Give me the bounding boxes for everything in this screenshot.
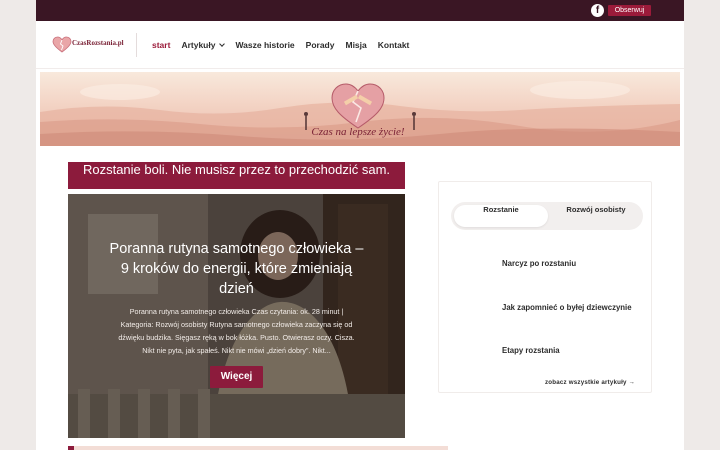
- nav-item-tips[interactable]: Porady: [306, 40, 335, 50]
- follow-button[interactable]: Obserwuj: [608, 5, 651, 16]
- site-logo[interactable]: CzasRozstania.pl: [52, 36, 132, 54]
- page: f Obserwuj CzasRozstania.pl start Artyku…: [36, 0, 684, 450]
- nav-label: Misja: [345, 40, 367, 50]
- tab-rozwoj-osobisty[interactable]: Rozwój osobisty: [551, 205, 641, 227]
- nav-item-contact[interactable]: Kontakt: [378, 40, 410, 50]
- main-nav: start Artykuły Wasze historie Porady Mis…: [152, 40, 409, 50]
- nav-item-articles[interactable]: Artykuły: [181, 40, 226, 50]
- nav-item-start[interactable]: start: [152, 40, 170, 50]
- nav-label: Kontakt: [377, 40, 410, 50]
- site-header: CzasRozstania.pl start Artykuły Wasze hi…: [36, 21, 684, 69]
- header-divider: [136, 33, 137, 57]
- article-link[interactable]: Etapy rozstania: [502, 346, 560, 355]
- facebook-icon[interactable]: f: [591, 4, 604, 17]
- all-articles-link[interactable]: zobacz wszystkie artykuły →: [545, 379, 635, 386]
- headline-banner: Rozstanie boli. Nie musisz przez to prze…: [68, 162, 405, 189]
- tab-rozstanie[interactable]: Rozstanie: [454, 205, 548, 227]
- nav-item-stories[interactable]: Wasze historie: [235, 40, 294, 50]
- category-tabs: Rozstanie Rozwój osobisty: [451, 202, 643, 230]
- nav-item-mission[interactable]: Misja: [345, 40, 366, 50]
- banner-tagline: Czas na lepsze życie!: [311, 126, 405, 138]
- logo-text: CzasRozstania.pl: [72, 39, 124, 47]
- nav-label: Porady: [305, 40, 335, 50]
- featured-post[interactable]: Poranna rutyna samotnego człowieka – 9 k…: [68, 194, 405, 438]
- heart-logo-icon: [52, 36, 72, 53]
- nav-label: Wasze historie: [235, 40, 295, 50]
- next-section-preview: [68, 446, 448, 450]
- article-link[interactable]: Narcyz po rozstaniu: [502, 259, 576, 268]
- featured-post-excerpt: Poranna rutyna samotnego człowieka Czas …: [118, 307, 355, 355]
- sidebar-articles: Rozstanie Rozwój osobisty Narcyz po rozs…: [438, 181, 652, 393]
- hero-banner: Czas na lepsze życie!: [40, 72, 680, 146]
- article-link[interactable]: Jak zapomnieć o byłej dziewczynie: [502, 303, 632, 312]
- nav-label: start: [152, 40, 171, 50]
- top-bar: f Obserwuj: [36, 0, 684, 21]
- headline-text: Rozstanie boli. Nie musisz przez to prze…: [82, 162, 391, 177]
- nav-label: Artykuły: [181, 40, 216, 50]
- read-more-button[interactable]: Więcej: [210, 366, 263, 388]
- featured-post-title[interactable]: Poranna rutyna samotnego człowieka – 9 k…: [104, 239, 369, 299]
- chevron-down-icon: [219, 40, 226, 47]
